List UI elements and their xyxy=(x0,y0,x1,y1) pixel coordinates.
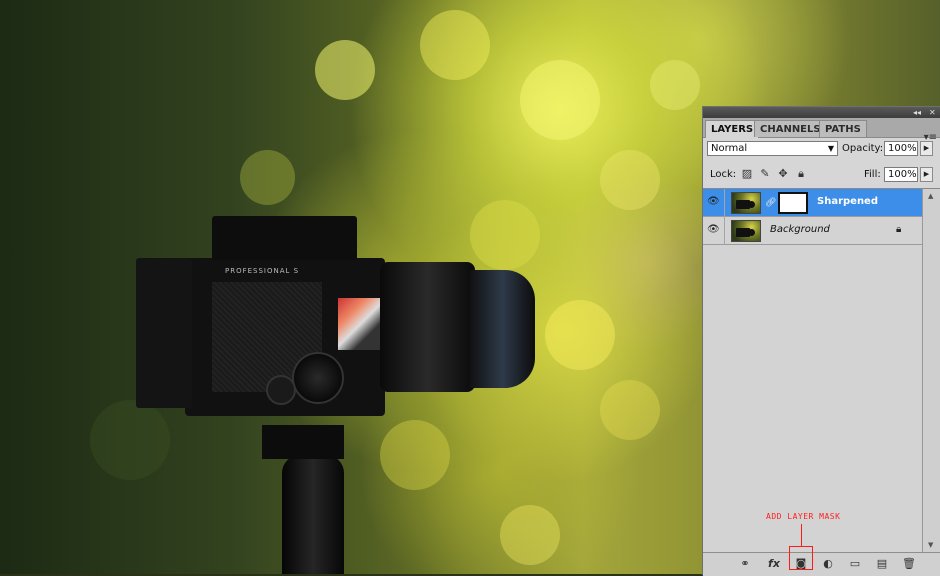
adjustment-layer-icon[interactable]: ◐ xyxy=(819,556,837,572)
eye-icon: 👁︎ xyxy=(707,196,720,207)
lock-icon: 🔒︎ xyxy=(896,224,902,235)
new-layer-icon[interactable]: ▤ xyxy=(873,556,891,572)
layer-row-sharpened[interactable]: 👁︎ 🔗︎ Sharpened xyxy=(703,189,922,217)
visibility-toggle[interactable]: 👁︎ xyxy=(703,189,725,217)
lock-label: Lock: xyxy=(710,169,737,180)
lens-hood xyxy=(470,270,535,388)
bokeh-spot xyxy=(500,505,560,565)
lock-all-icon[interactable]: 🔒︎ xyxy=(795,168,807,180)
panel-title-bar[interactable]: ◂◂ ✕ xyxy=(703,107,940,118)
new-group-folder-icon[interactable]: ▭ xyxy=(846,556,864,572)
callout-label: ADD LAYER MASK xyxy=(766,512,841,521)
tab-channels[interactable]: CHANNELS xyxy=(754,120,827,137)
bokeh-spot xyxy=(420,10,490,80)
lock-transparent-pixels-icon[interactable]: ▨ xyxy=(741,168,753,180)
chevron-down-icon: ▼ xyxy=(827,144,834,153)
layer-name[interactable]: Background xyxy=(770,224,830,235)
collapse-icon[interactable]: ◂◂ xyxy=(913,107,921,118)
camera-finder xyxy=(212,216,357,260)
scroll-up-icon[interactable]: ▲ xyxy=(928,192,933,200)
trash-icon[interactable]: 🗑︎ xyxy=(900,556,918,572)
bokeh-spot xyxy=(315,40,375,100)
scroll-down-icon[interactable]: ▼ xyxy=(928,541,933,549)
tripod-column xyxy=(282,455,344,574)
bokeh-spot xyxy=(600,380,660,440)
bokeh-spot xyxy=(650,60,700,110)
add-layer-mask-highlight xyxy=(789,546,813,570)
opacity-label: Opacity: xyxy=(842,143,884,154)
camera-brand-text: PROFESSIONAL S xyxy=(225,267,300,275)
blend-mode-select[interactable]: Normal ▼ xyxy=(707,141,838,156)
layers-scrollbar[interactable]: ▲ ▼ xyxy=(922,188,940,553)
chain-link-icon[interactable]: 🔗︎ xyxy=(765,198,776,208)
fill-slider-button[interactable]: ▶ xyxy=(920,167,933,182)
tab-paths[interactable]: PATHS xyxy=(819,120,867,137)
layer-row-background[interactable]: 👁︎ Background 🔒︎ xyxy=(703,217,922,245)
opacity-input[interactable]: 100% xyxy=(884,141,918,156)
lens-barrel xyxy=(380,262,475,392)
bokeh-spot xyxy=(90,400,170,480)
visibility-toggle[interactable]: 👁︎ xyxy=(703,217,725,245)
blend-mode-value: Normal xyxy=(711,143,748,154)
bokeh-spot xyxy=(470,200,540,270)
fill-input[interactable]: 100% xyxy=(884,167,918,182)
layer-style-fx-icon[interactable]: fx xyxy=(765,556,783,572)
layer-mask-thumbnail[interactable] xyxy=(778,192,808,214)
bokeh-spot xyxy=(520,60,600,140)
tripod-mount xyxy=(262,425,344,459)
layer-thumbnail[interactable] xyxy=(731,192,761,214)
layer-thumbnail[interactable] xyxy=(731,220,761,242)
bokeh-spot xyxy=(545,300,615,370)
camera-scale-plate xyxy=(338,298,383,350)
lock-position-icon[interactable]: ✥ xyxy=(777,168,789,180)
bokeh-spot xyxy=(600,150,660,210)
eye-icon: 👁︎ xyxy=(707,224,720,235)
camera-back xyxy=(136,258,192,408)
close-icon[interactable]: ✕ xyxy=(929,107,936,118)
callout-line xyxy=(801,524,802,546)
opacity-slider-button[interactable]: ▶ xyxy=(920,141,933,156)
layer-name[interactable]: Sharpened xyxy=(817,196,878,207)
tab-layers[interactable]: LAYERS xyxy=(705,120,760,138)
panel-bottom-bar: ⚭ fx ◙ ◐ ▭ ▤ 🗑︎ xyxy=(703,552,940,576)
camera-dial-large xyxy=(292,352,344,404)
camera-dial-small xyxy=(266,375,296,405)
link-layers-icon[interactable]: ⚭ xyxy=(736,556,754,572)
lock-image-pixels-icon[interactable]: ✎ xyxy=(759,168,771,180)
layers-list: 👁︎ 🔗︎ Sharpened 👁︎ Background 🔒︎ xyxy=(703,188,922,553)
panel-tab-bar: LAYERS CHANNELS PATHS ▾≡ xyxy=(703,118,940,143)
bokeh-spot xyxy=(380,420,450,490)
bokeh-spot xyxy=(240,150,295,205)
fill-label: Fill: xyxy=(864,169,881,180)
layers-panel: ◂◂ ✕ LAYERS CHANNELS PATHS ▾≡ Normal ▼ O… xyxy=(702,106,940,576)
